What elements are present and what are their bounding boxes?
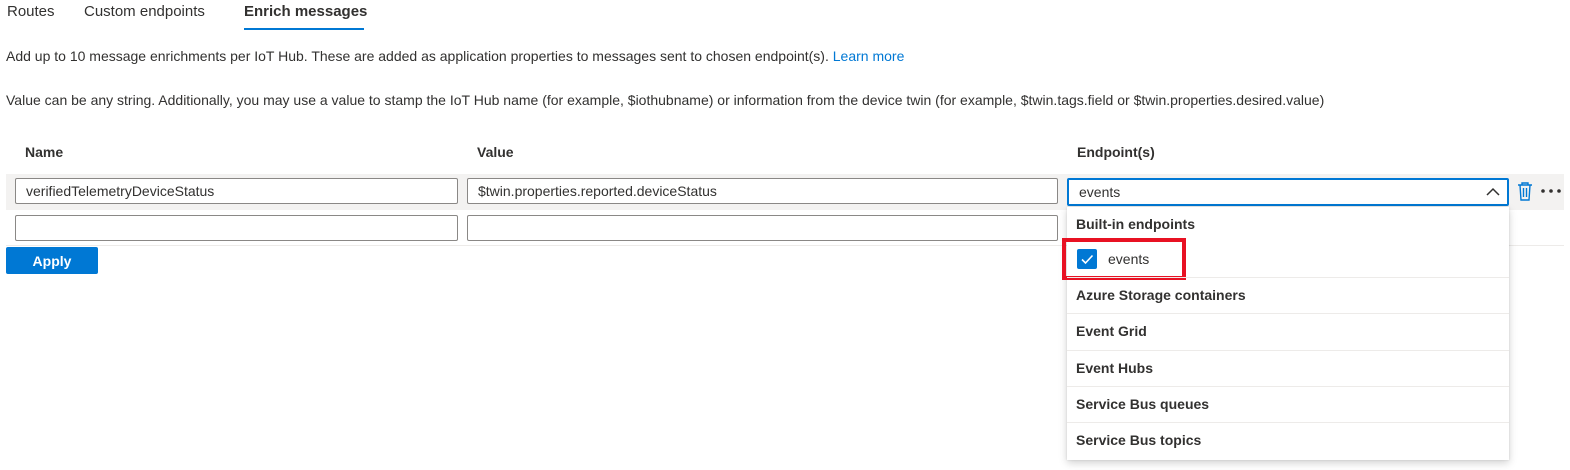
value-field[interactable] <box>467 178 1058 204</box>
learn-more-link[interactable]: Learn more <box>833 48 905 64</box>
menu-group-event-hubs[interactable]: Event Hubs <box>1067 350 1509 386</box>
menu-group-azure-storage[interactable]: Azure Storage containers <box>1067 277 1509 313</box>
menu-group-label: Service Bus topics <box>1076 432 1202 448</box>
endpoints-dropdown[interactable]: events <box>1067 178 1509 206</box>
column-header-name: Name <box>25 144 64 160</box>
menu-group-header-built-in: Built-in endpoints <box>1076 216 1195 232</box>
tab-custom-endpoints[interactable]: Custom endpoints <box>84 3 205 20</box>
menu-group-label: Event Hubs <box>1076 360 1154 376</box>
column-header-endpoints: Endpoint(s) <box>1077 144 1155 160</box>
tab-bar: Routes Custom endpoints Enrich messages <box>0 0 600 34</box>
menu-group-service-bus-queues[interactable]: Service Bus queues <box>1067 386 1509 422</box>
menu-group-label: Service Bus queues <box>1076 396 1210 412</box>
description-line-1: Add up to 10 message enrichments per IoT… <box>6 48 904 64</box>
trash-icon[interactable] <box>1516 180 1534 202</box>
tab-enrich-messages[interactable]: Enrich messages <box>244 3 367 20</box>
chevron-up-icon <box>1486 187 1500 196</box>
tab-routes[interactable]: Routes <box>7 3 55 20</box>
name-field-empty[interactable] <box>15 215 458 241</box>
endpoints-dropdown-menu: Built-in endpoints events Azure Storage … <box>1062 207 1509 460</box>
highlight-box <box>1062 238 1186 280</box>
menu-group-label: Event Grid <box>1076 323 1147 339</box>
more-icon[interactable] <box>1538 180 1564 202</box>
column-header-value: Value <box>477 144 514 160</box>
menu-group-event-grid[interactable]: Event Grid <box>1067 313 1509 349</box>
apply-button[interactable]: Apply <box>6 247 98 274</box>
menu-group-service-bus-topics[interactable]: Service Bus topics <box>1067 422 1509 458</box>
menu-option-events[interactable]: events <box>1062 238 1509 280</box>
menu-group-label: Azure Storage containers <box>1076 287 1246 303</box>
active-tab-indicator <box>244 28 364 30</box>
description-line-2: Value can be any string. Additionally, y… <box>6 92 1325 108</box>
endpoints-dropdown-value: events <box>1079 184 1121 200</box>
value-field-empty[interactable] <box>467 215 1058 241</box>
row-actions <box>1516 180 1564 204</box>
name-field[interactable] <box>15 178 458 204</box>
description-text: Add up to 10 message enrichments per IoT… <box>6 48 829 64</box>
